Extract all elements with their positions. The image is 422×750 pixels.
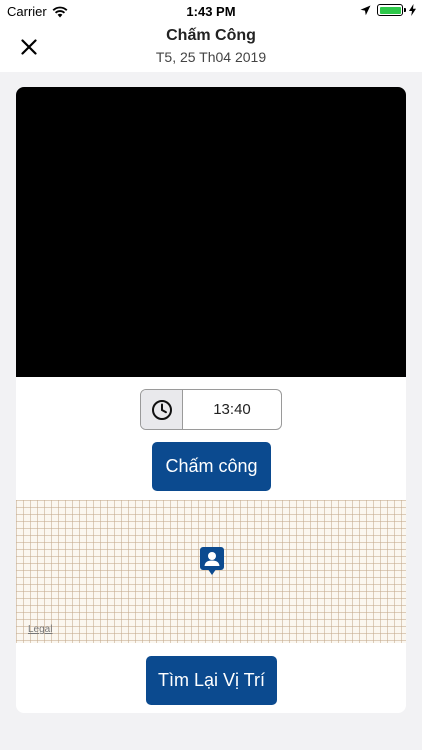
checkin-button[interactable]: Chấm công [152, 442, 271, 491]
status-time: 1:43 PM [186, 4, 236, 19]
status-right [360, 4, 416, 16]
battery-fill [379, 6, 401, 14]
time-value: 13:40 [213, 401, 251, 418]
charging-bolt-icon [409, 4, 416, 16]
camera-preview [16, 87, 406, 377]
battery-icon [377, 4, 406, 16]
checkin-card: 13:40 Chấm công Legal Tìm Lại Vị Trí [16, 87, 406, 713]
page-title: Chấm Công [166, 27, 256, 44]
clock-icon [151, 399, 172, 420]
time-field[interactable]: 13:40 [140, 389, 282, 430]
location-arrow-icon [360, 5, 371, 15]
map-legal-link[interactable]: Legal [28, 624, 52, 635]
time-icon-cell [141, 390, 183, 429]
nav-header: Chấm Công T5, 25 Th04 2019 [0, 22, 422, 72]
map-view[interactable]: Legal [16, 500, 406, 643]
page-subtitle-date: T5, 25 Th04 2019 [155, 49, 267, 65]
relocate-button[interactable]: Tìm Lại Vị Trí [146, 656, 277, 705]
status-bar: Carrier 1:43 PM [0, 0, 422, 22]
user-location-pin-icon[interactable] [199, 546, 225, 576]
